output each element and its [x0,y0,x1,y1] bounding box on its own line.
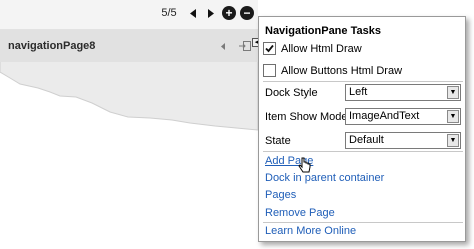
page-navigator: 5/5 + − [154,3,262,23]
hand-cursor-icon [298,157,311,173]
remove-page-link[interactable]: Remove Page [265,207,335,219]
pages-link[interactable]: Pages [265,189,296,201]
page-counter: 5/5 [161,7,177,19]
dropdown-arrow-icon[interactable]: ▼ [447,110,459,123]
dropdown-arrow-icon[interactable]: ▼ [447,134,459,147]
triangle-left-small-icon [221,42,225,50]
divider [263,222,463,223]
state-dropdown[interactable]: Default ▼ [345,132,461,149]
collapse-button[interactable] [216,39,230,53]
learn-more-link[interactable]: Learn More Online [265,225,356,237]
allow-buttons-html-draw-label: Allow Buttons Html Draw [281,64,403,77]
prev-page-button[interactable] [184,4,202,22]
page-header-buttons [216,39,252,53]
dock-in-parent-link[interactable]: Dock in parent container [265,172,384,184]
allow-html-draw-row[interactable]: Allow Html Draw [263,42,362,55]
allow-html-draw-checkbox[interactable] [263,42,276,55]
dock-icon [239,41,251,51]
remove-page-button[interactable]: − [238,4,256,22]
triangle-right-icon [208,8,214,18]
divider [263,81,463,82]
add-page-button[interactable]: + [220,4,238,22]
remove-icon: − [240,6,254,20]
dock-style-dropdown[interactable]: Left ▼ [345,84,461,101]
item-show-mode-value: ImageAndText [349,110,420,122]
state-label: State [265,135,291,147]
checkmark-icon [265,44,274,53]
allow-buttons-html-draw-checkbox[interactable] [263,64,276,77]
state-value: Default [349,134,384,146]
item-show-mode-label: Item Show Mode [265,111,348,123]
dock-button[interactable] [238,39,252,53]
triangle-left-icon [190,8,196,18]
divider [263,151,463,152]
next-page-button[interactable] [202,4,220,22]
dropdown-arrow-icon[interactable]: ▼ [447,86,459,99]
dock-style-value: Left [349,86,368,98]
item-show-mode-dropdown[interactable]: ImageAndText ▼ [345,108,461,125]
add-icon: + [222,6,236,20]
tasks-panel-title: NavigationPane Tasks [265,25,381,37]
dock-style-label: Dock Style [265,87,318,99]
tasks-panel: NavigationPane Tasks Allow Html Draw All… [258,16,466,242]
allow-buttons-html-draw-row[interactable]: Allow Buttons Html Draw [263,64,402,77]
allow-html-draw-label: Allow Html Draw [281,42,362,55]
